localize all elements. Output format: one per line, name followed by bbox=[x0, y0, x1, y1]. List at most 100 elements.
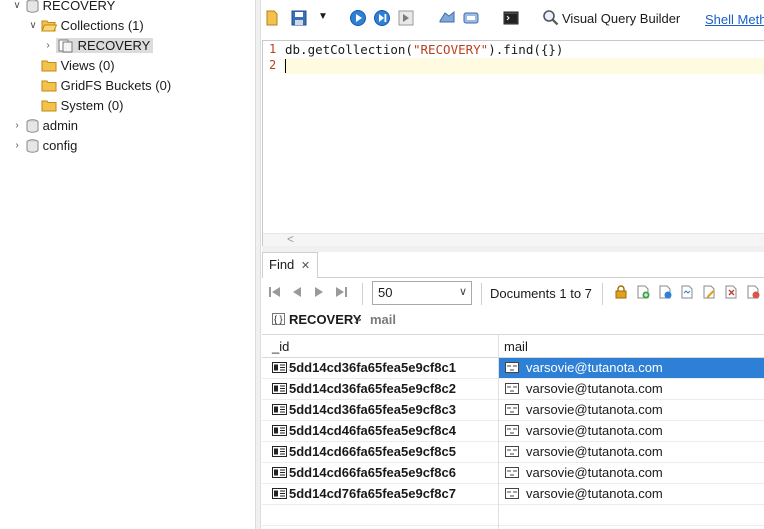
chevron-right-icon[interactable]: › bbox=[12, 136, 22, 156]
pane-splitter[interactable] bbox=[255, 0, 261, 529]
pager-divider bbox=[362, 283, 363, 305]
objectid-icon bbox=[272, 383, 287, 394]
visual-query-builder-icon[interactable] bbox=[542, 9, 560, 27]
tree-db-config[interactable]: config bbox=[26, 136, 77, 156]
previous-page-icon[interactable] bbox=[290, 285, 304, 299]
first-page-icon[interactable] bbox=[268, 285, 282, 299]
documents-count: Documents 1 to 7 bbox=[490, 286, 592, 301]
scroll-left-arrow[interactable]: < bbox=[287, 232, 294, 246]
column-header-mail[interactable]: mail bbox=[504, 339, 528, 354]
tree-db-recovery[interactable]: RECOVERY bbox=[26, 0, 115, 16]
mail-cell[interactable]: varsovie@tutanota.com bbox=[499, 484, 764, 504]
mail-value: varsovie@tutanota.com bbox=[526, 381, 663, 396]
selected-collection: RECOVERY bbox=[56, 38, 154, 53]
tree-label: RECOVERY bbox=[77, 38, 151, 53]
table-row[interactable]: 5dd14cd36fa65fea5e9cf8c1 varsovie@tutanot… bbox=[262, 358, 764, 379]
profile-icon[interactable] bbox=[462, 9, 480, 27]
table-row[interactable]: 5dd14cd36fa65fea5e9cf8c3 varsovie@tutanot… bbox=[262, 400, 764, 421]
chevron-down-icon[interactable]: ∨ bbox=[28, 16, 38, 36]
tree-views[interactable]: Views (0) bbox=[41, 56, 115, 76]
tree-system[interactable]: System (0) bbox=[41, 96, 123, 116]
tree-db-admin[interactable]: admin bbox=[26, 116, 78, 136]
breadcrumb-separator: > bbox=[354, 312, 362, 327]
page-size-select[interactable]: 50 ∨ bbox=[372, 281, 472, 305]
breadcrumb-field[interactable]: mail bbox=[370, 312, 396, 327]
view-document-icon[interactable] bbox=[680, 285, 694, 299]
id-cell[interactable]: 5dd14cd66fa65fea5e9cf8c6 bbox=[272, 465, 456, 480]
shell-methods-link[interactable]: Shell Meth bbox=[705, 0, 764, 38]
refresh-document-icon[interactable] bbox=[658, 285, 672, 299]
tree-collections[interactable]: Collections (1) bbox=[41, 16, 144, 36]
objectid-icon bbox=[272, 404, 287, 415]
copy-document-icon[interactable] bbox=[724, 285, 738, 299]
last-page-icon[interactable] bbox=[334, 285, 348, 299]
string-type-icon bbox=[505, 467, 519, 478]
shell-icon[interactable] bbox=[502, 9, 520, 27]
chevron-right-icon[interactable]: › bbox=[12, 116, 22, 136]
mail-cell[interactable]: varsovie@tutanota.com bbox=[499, 442, 764, 462]
lock-icon[interactable] bbox=[614, 285, 628, 299]
mail-cell[interactable]: varsovie@tutanota.com bbox=[499, 379, 764, 399]
id-cell[interactable]: 5dd14cd66fa65fea5e9cf8c5 bbox=[272, 444, 456, 459]
mail-cell[interactable]: varsovie@tutanota.com bbox=[499, 421, 764, 441]
tree-collection-recovery[interactable]: RECOVERY bbox=[56, 36, 154, 56]
table-row[interactable]: 5dd14cd36fa65fea5e9cf8c2 varsovie@tutanot… bbox=[262, 379, 764, 400]
run-icon[interactable] bbox=[349, 9, 367, 27]
chevron-down-icon[interactable]: ∨ bbox=[12, 0, 22, 16]
next-page-icon[interactable] bbox=[312, 285, 326, 299]
add-document-icon[interactable] bbox=[636, 285, 650, 299]
editor-horizontal-scrollbar[interactable]: < bbox=[263, 232, 764, 246]
id-cell[interactable]: 5dd14cd46fa65fea5e9cf8c4 bbox=[272, 423, 456, 438]
mail-value: varsovie@tutanota.com bbox=[526, 486, 663, 501]
mail-cell[interactable]: varsovie@tutanota.com bbox=[499, 400, 764, 420]
save-dropdown-icon[interactable]: ▼ bbox=[318, 11, 328, 22]
objectid-icon bbox=[272, 362, 287, 373]
tree-label: GridFS Buckets (0) bbox=[60, 78, 172, 93]
id-cell[interactable]: 5dd14cd76fa65fea5e9cf8c7 bbox=[272, 486, 456, 501]
id-value: 5dd14cd36fa65fea5e9cf8c3 bbox=[289, 402, 456, 417]
open-file-icon[interactable] bbox=[264, 9, 282, 27]
mail-value: varsovie@tutanota.com bbox=[526, 444, 663, 459]
visual-query-builder-button[interactable]: Visual Query Builder bbox=[562, 0, 680, 38]
id-value: 5dd14cd36fa65fea5e9cf8c2 bbox=[289, 381, 456, 396]
table-row[interactable]: 5dd14cd46fa65fea5e9cf8c4 varsovie@tutanot… bbox=[262, 421, 764, 442]
mail-cell[interactable]: varsovie@tutanota.com bbox=[499, 463, 764, 483]
mail-cell[interactable]: varsovie@tutanota.com bbox=[499, 358, 764, 378]
table-row[interactable]: 5dd14cd76fa65fea5e9cf8c7 varsovie@tutanot… bbox=[262, 484, 764, 505]
mail-value: varsovie@tutanota.com bbox=[526, 360, 663, 375]
table-row[interactable]: 5dd14cd66fa65fea5e9cf8c6 varsovie@tutanot… bbox=[262, 463, 764, 484]
chevron-right-icon[interactable]: › bbox=[43, 36, 53, 56]
page-size-value: 50 bbox=[378, 285, 393, 300]
database-icon bbox=[26, 119, 39, 133]
save-icon[interactable] bbox=[290, 9, 308, 27]
tree-gridfs[interactable]: GridFS Buckets (0) bbox=[41, 76, 171, 96]
id-cell[interactable]: 5dd14cd36fa65fea5e9cf8c2 bbox=[272, 381, 456, 396]
tree-label: admin bbox=[42, 118, 79, 133]
run-selected-icon[interactable] bbox=[373, 9, 391, 27]
tab-find[interactable]: Find ✕ bbox=[262, 252, 318, 278]
id-cell[interactable]: 5dd14cd36fa65fea5e9cf8c3 bbox=[272, 402, 456, 417]
results-tabbar: Find ✕ bbox=[262, 252, 764, 278]
string-type-icon bbox=[505, 383, 519, 394]
table-row[interactable]: 5dd14cd66fa65fea5e9cf8c5 varsovie@tutanot… bbox=[262, 442, 764, 463]
explain-icon[interactable] bbox=[438, 9, 456, 27]
tree-label: RECOVERY bbox=[42, 0, 116, 13]
id-cell[interactable]: 5dd14cd36fa65fea5e9cf8c1 bbox=[272, 360, 456, 375]
breadcrumb-collection[interactable]: RECOVERY bbox=[289, 312, 361, 327]
folder-open-icon bbox=[41, 20, 57, 32]
edit-document-icon[interactable] bbox=[702, 285, 716, 299]
run-step-icon[interactable] bbox=[397, 9, 415, 27]
query-toolbar: ▼ bbox=[262, 0, 764, 38]
query-editor[interactable]: 1 2 db.getCollection("RECOVERY").find({}… bbox=[262, 40, 764, 246]
string-type-icon bbox=[505, 446, 519, 457]
string-type-icon bbox=[505, 425, 519, 436]
column-separator[interactable] bbox=[498, 334, 499, 529]
results-grid: _id mail 5dd14cd36fa65fea5e9cf8c1 varsovi… bbox=[262, 334, 764, 529]
delete-document-icon[interactable] bbox=[746, 285, 760, 299]
column-header-id[interactable]: _id bbox=[272, 339, 289, 354]
code-line[interactable]: db.getCollection("RECOVERY").find({}) bbox=[285, 42, 563, 57]
id-value: 5dd14cd76fa65fea5e9cf8c7 bbox=[289, 486, 456, 501]
tree-label: Views (0) bbox=[60, 58, 115, 73]
tab-label: Find bbox=[269, 257, 295, 272]
close-icon[interactable]: ✕ bbox=[301, 260, 310, 272]
